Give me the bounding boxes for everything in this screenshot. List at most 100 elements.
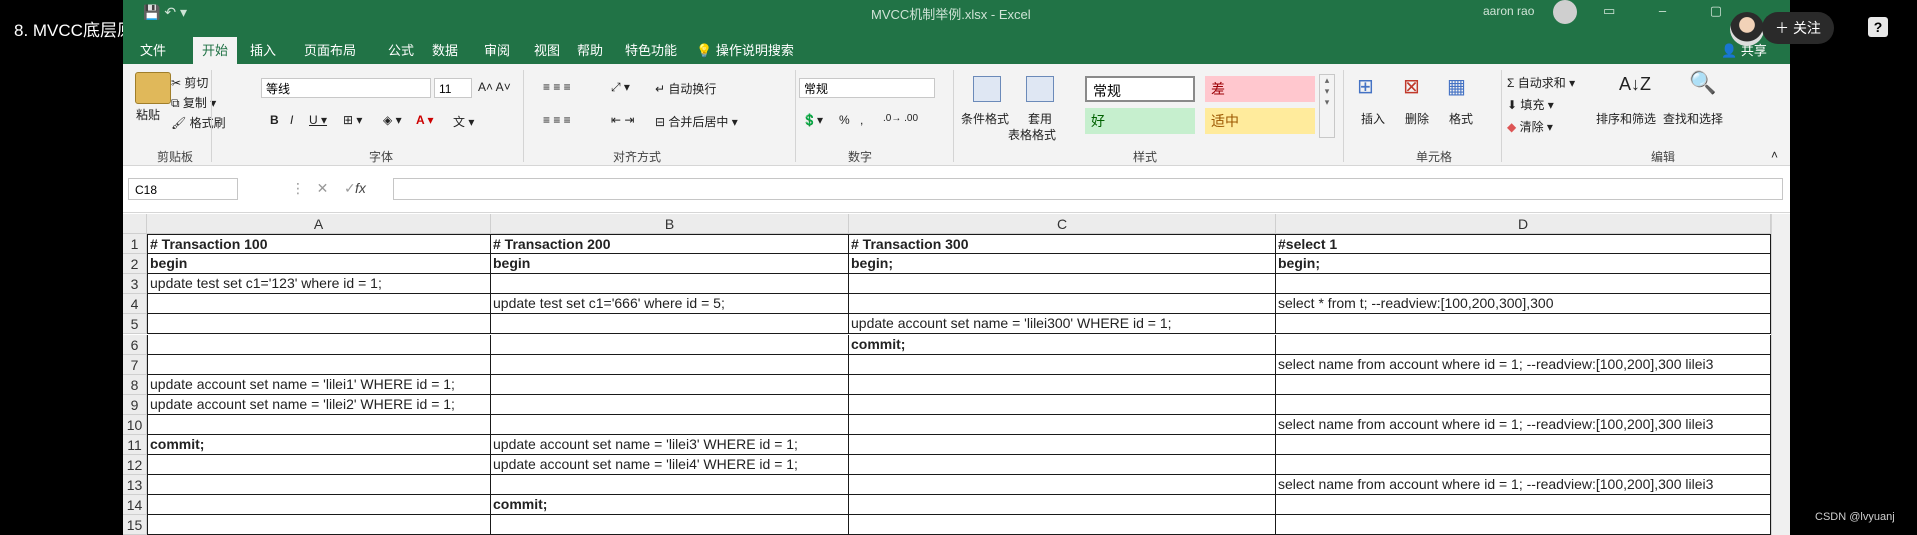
collapse-ribbon-icon[interactable]: ˄ (1771, 148, 1778, 162)
row-header[interactable]: 1 (123, 234, 147, 255)
tab-7[interactable]: 视图 (525, 37, 569, 64)
row-header[interactable]: 10 (123, 414, 147, 435)
insert-icon[interactable]: ⊞ (1357, 74, 1374, 99)
table-format-label1[interactable]: 套用 (1028, 110, 1052, 127)
delete-icon[interactable]: ⊠ (1403, 74, 1420, 99)
cell-C12[interactable] (849, 455, 1276, 476)
row-header[interactable]: 7 (123, 354, 147, 375)
autosum-button[interactable]: Σ 自动求和 ▾ (1507, 74, 1575, 91)
bold-button[interactable]: B (270, 113, 279, 127)
row-header[interactable]: 12 (123, 455, 147, 476)
style-normal[interactable]: 常规 (1085, 76, 1195, 102)
window-controls[interactable]: ▭ – ▢ (1603, 3, 1742, 19)
cell-B9[interactable] (491, 394, 849, 415)
cell-B2[interactable]: begin (491, 254, 849, 275)
tell-me-search[interactable]: 💡 操作说明搜索 (696, 40, 794, 59)
cell-A11[interactable]: commit; (147, 435, 491, 456)
table-format-icon[interactable] (1026, 76, 1054, 102)
cell-D4[interactable]: select * from t; --readview:[100,200,300… (1276, 294, 1771, 315)
font-size-select[interactable]: 11 (434, 78, 472, 98)
cell-D15[interactable] (1276, 515, 1771, 535)
clear-button[interactable]: ◆ 清除 ▾ (1507, 118, 1553, 135)
format-button[interactable]: 格式 (1449, 110, 1473, 127)
tab-6[interactable]: 审阅 (475, 37, 519, 64)
font-color-button[interactable]: A ▾ (416, 113, 434, 127)
cell-B1[interactable]: # Transaction 200 (491, 234, 849, 255)
cell-A12[interactable] (147, 455, 491, 476)
cell-A10[interactable] (147, 414, 491, 435)
align-top-buttons[interactable]: ≡ ≡ ≡ (543, 80, 571, 94)
row-header[interactable]: 5 (123, 314, 147, 335)
name-box[interactable]: C18 (128, 178, 238, 200)
style-neutral[interactable]: 适中 (1205, 108, 1315, 134)
tab-8[interactable]: 帮助 (568, 37, 612, 64)
merge-center-button[interactable]: ⊟ 合并后居中 ▾ (655, 113, 738, 130)
cell-A13[interactable] (147, 475, 491, 496)
row-header[interactable]: 14 (123, 495, 147, 516)
conditional-format-button[interactable]: 条件格式 (961, 110, 1009, 127)
row-header[interactable]: 2 (123, 254, 147, 275)
row-header[interactable]: 3 (123, 274, 147, 295)
cell-C11[interactable] (849, 435, 1276, 456)
cell-C1[interactable]: # Transaction 300 (849, 234, 1276, 255)
row-header[interactable]: 13 (123, 475, 147, 496)
question-icon[interactable]: ? (1868, 17, 1888, 37)
wrap-text-button[interactable]: ↵ 自动换行 (655, 80, 716, 97)
cell-B15[interactable] (491, 515, 849, 535)
font-name-select[interactable]: 等线 (261, 78, 431, 98)
cell-A1[interactable]: # Transaction 100 (147, 234, 491, 255)
styles-scroll[interactable]: ▴ ▾ ▾ (1319, 74, 1335, 138)
find-select-button[interactable]: 查找和选择 (1663, 110, 1723, 127)
sort-filter-button[interactable]: 排序和筛选 (1596, 110, 1656, 127)
cell-C2[interactable]: begin; (849, 254, 1276, 275)
fill-color-button[interactable]: ◈ ▾ (383, 113, 402, 127)
cell-D1[interactable]: #select 1 (1276, 234, 1771, 255)
column-header-D[interactable]: D (1276, 214, 1771, 234)
style-good[interactable]: 好 (1085, 108, 1195, 134)
quick-access-toolbar[interactable]: 💾 ↶ ▾ (143, 4, 187, 21)
cell-A14[interactable] (147, 495, 491, 516)
cell-B12[interactable]: update account set name = 'lilei4' WHERE… (491, 455, 849, 476)
currency-button[interactable]: 💲▾ (802, 113, 823, 127)
phonetic-button[interactable]: 文 ▾ (453, 113, 474, 130)
tab-5[interactable]: 数据 (423, 37, 467, 64)
column-header-C[interactable]: C (849, 214, 1276, 234)
cell-B5[interactable] (491, 314, 849, 335)
underline-button[interactable]: U ▾ (309, 113, 327, 127)
copy-button[interactable]: ⧉ 复制 ▾ (171, 94, 216, 111)
conditional-format-icon[interactable] (973, 76, 1001, 102)
avatar[interactable] (1730, 12, 1764, 46)
cell-D14[interactable] (1276, 495, 1771, 516)
format-icon[interactable]: ▦ (1447, 74, 1466, 99)
cell-C10[interactable] (849, 414, 1276, 435)
percent-button[interactable]: % (839, 113, 850, 127)
cell-D12[interactable] (1276, 455, 1771, 476)
magnifier-icon[interactable]: 🔍 (1689, 70, 1716, 96)
cell-D13[interactable]: select name from account where id = 1; -… (1276, 475, 1771, 496)
cell-D7[interactable]: select name from account where id = 1; -… (1276, 354, 1771, 375)
cell-A4[interactable] (147, 294, 491, 315)
select-all-corner[interactable] (123, 214, 147, 234)
cell-A8[interactable]: update account set name = 'lilei1' WHERE… (147, 374, 491, 395)
tab-4[interactable]: 公式 (379, 37, 423, 64)
cell-C5[interactable]: update account set name = 'lilei300' WHE… (849, 314, 1276, 335)
align-h-buttons[interactable]: ≡ ≡ ≡ (543, 113, 571, 127)
orientation-button[interactable]: ⤢ ▾ (611, 80, 630, 95)
cell-A9[interactable]: update account set name = 'lilei2' WHERE… (147, 394, 491, 415)
cut-button[interactable]: ✂ 剪切 (171, 74, 208, 91)
font-grow-shrink[interactable]: A˄ A˅ (478, 80, 511, 94)
cell-D6[interactable] (1276, 334, 1771, 355)
follow-button[interactable]: ＋ 关注 (1762, 12, 1834, 44)
cell-D5[interactable] (1276, 314, 1771, 335)
cell-C3[interactable] (849, 274, 1276, 295)
row-header[interactable]: 15 (123, 515, 147, 535)
cell-C15[interactable] (849, 515, 1276, 535)
vertical-scrollbar[interactable] (1771, 214, 1790, 535)
style-bad[interactable]: 差 (1205, 76, 1315, 102)
cell-D3[interactable] (1276, 274, 1771, 295)
cell-D11[interactable] (1276, 435, 1771, 456)
tab-0[interactable]: 文件 (131, 37, 175, 64)
user-name[interactable]: aaron rao (1483, 4, 1534, 18)
comma-button[interactable]: , (860, 113, 863, 127)
tab-9[interactable]: 特色功能 (616, 37, 686, 64)
